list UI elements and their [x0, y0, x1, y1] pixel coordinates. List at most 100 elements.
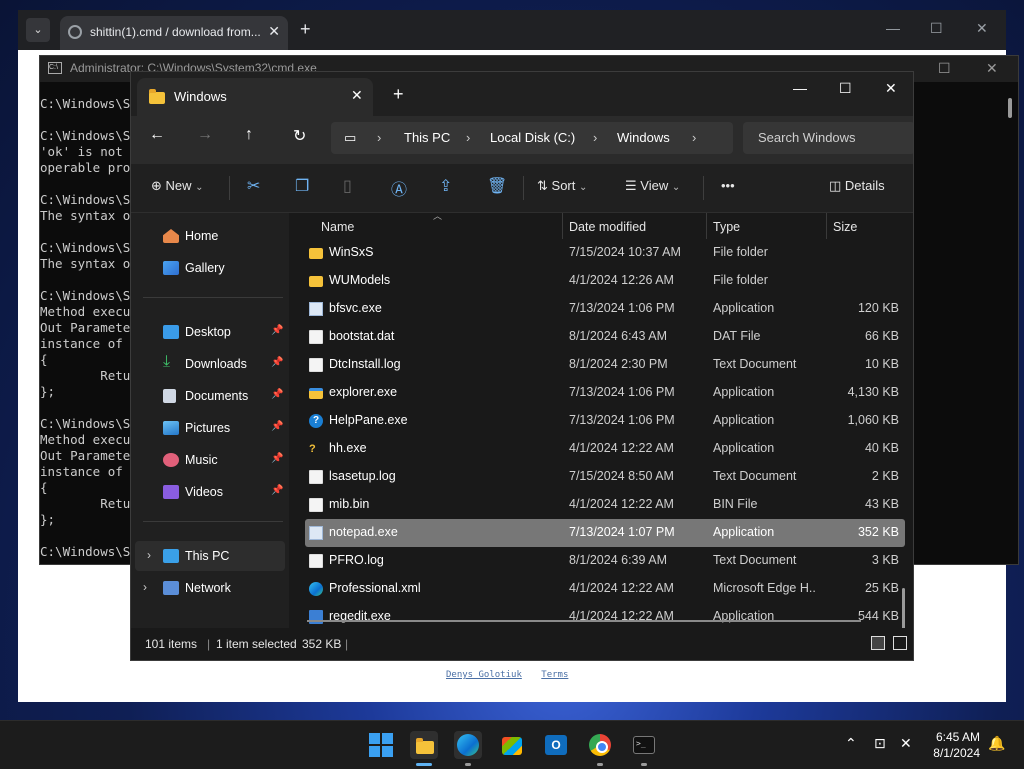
sidebar-item-desktop[interactable]: Desktop 📌	[131, 317, 289, 347]
file-explorer-taskbar-icon[interactable]	[410, 731, 438, 759]
copy-icon[interactable]: ❐	[295, 176, 309, 196]
edge-taskbar-icon[interactable]	[454, 731, 482, 759]
file-row[interactable]: bootstat.dat 8/1/2024 6:43 AM DAT File 66 K…	[305, 323, 905, 351]
start-button[interactable]	[369, 733, 393, 757]
column-header-name[interactable]: Name	[321, 220, 354, 234]
breadcrumb-windows[interactable]: Windows	[617, 130, 670, 145]
chevron-right-icon[interactable]: ›	[377, 130, 381, 145]
pin-icon[interactable]: 📌	[271, 453, 283, 464]
new-tab-icon[interactable]: +	[393, 84, 404, 105]
file-row[interactable]: ? HelpPane.exe 7/13/2024 1:06 PM Applicatio…	[305, 407, 905, 435]
outlook-taskbar-icon[interactable]: O	[542, 731, 570, 759]
file-row[interactable]: WUModels 4/1/2024 12:26 AM File folder	[305, 267, 905, 295]
share-icon[interactable]: ⇪	[439, 176, 452, 196]
breadcrumb-this-pc[interactable]: This PC	[404, 130, 450, 145]
chevron-right-icon[interactable]: ›	[692, 130, 696, 145]
view-button[interactable]: ☰ View ⌄	[625, 178, 680, 194]
file-row[interactable]: ? hh.exe 4/1/2024 12:22 AM Application 40 KB	[305, 435, 905, 463]
browser-tab[interactable]: shittin(1).cmd / download from... ✕	[60, 16, 288, 50]
cmd-close-icon[interactable]: ✕	[986, 60, 998, 77]
explorer-tab[interactable]: Windows ✕	[137, 78, 373, 116]
close-tab-icon[interactable]: ✕	[351, 87, 363, 104]
footer-link-author[interactable]: Denys Golotiuk	[446, 670, 522, 680]
file-row[interactable]: mib.bin 4/1/2024 12:22 AM BIN File 43 KB	[305, 491, 905, 519]
pin-icon[interactable]: 📌	[271, 389, 283, 400]
system-clock[interactable]: 6:45 AM 8/1/2024	[930, 729, 980, 761]
horizontal-scrollbar[interactable]	[307, 620, 861, 622]
terminal-taskbar-icon[interactable]: >_	[630, 731, 658, 759]
close-tab-icon[interactable]: ✕	[268, 23, 280, 40]
breadcrumb-local-disk[interactable]: Local Disk (C:)	[490, 130, 575, 145]
file-row[interactable]: bfsvc.exe 7/13/2024 1:06 PM Application 120…	[305, 295, 905, 323]
maximize-icon[interactable]: ☐	[930, 20, 943, 37]
sidebar-item-network[interactable]: › Network	[131, 573, 289, 603]
store-taskbar-icon[interactable]	[498, 731, 526, 759]
volume-muted-icon[interactable]: ✕	[900, 735, 912, 752]
sidebar-item-gallery[interactable]: Gallery	[131, 253, 289, 283]
file-row[interactable]: WinSxS 7/15/2024 10:37 AM File folder	[305, 239, 905, 267]
sidebar-item-this-pc[interactable]: › This PC	[135, 541, 285, 571]
column-separator[interactable]	[826, 213, 827, 239]
file-row[interactable]: explorer.exe 7/13/2024 1:06 PM Application…	[305, 379, 905, 407]
footer-link-terms[interactable]: Terms	[541, 670, 568, 680]
file-type: Application	[713, 385, 775, 399]
file-row[interactable]: regedit.exe 4/1/2024 12:22 AM Application 5…	[305, 603, 905, 628]
chevron-right-icon[interactable]: ›	[593, 130, 597, 145]
pin-icon[interactable]: 📌	[271, 421, 283, 432]
column-separator[interactable]	[562, 213, 563, 239]
new-button[interactable]: ⊕ New ⌄	[151, 178, 204, 194]
sidebar-item-home[interactable]: Home	[131, 221, 289, 251]
browser-tab-title: shittin(1).cmd / download from...	[90, 25, 260, 39]
paste-icon[interactable]: ▯	[343, 176, 352, 196]
column-separator[interactable]	[706, 213, 707, 239]
details-pane-icon: ◫	[829, 178, 842, 193]
vertical-scrollbar[interactable]	[902, 588, 905, 628]
chevron-right-icon[interactable]: ›	[466, 130, 470, 145]
network-status-icon[interactable]: ⊡	[874, 735, 886, 752]
cmd-scrollbar[interactable]	[1008, 98, 1012, 118]
file-row[interactable]: DtcInstall.log 8/1/2024 2:30 PM Text Docum…	[305, 351, 905, 379]
pin-icon[interactable]: 📌	[271, 357, 283, 368]
notification-bell-icon[interactable]: 🔔	[988, 735, 1005, 752]
file-row[interactable]: notepad.exe 7/13/2024 1:07 PM Application 3…	[305, 519, 905, 547]
column-header-type[interactable]: Type	[713, 220, 740, 234]
more-options-icon[interactable]: •••	[721, 178, 735, 193]
minimize-icon[interactable]: —	[793, 80, 807, 96]
back-arrow-icon[interactable]: ←	[149, 126, 165, 144]
new-tab-icon[interactable]: +	[300, 19, 311, 40]
sidebar-item-pictures[interactable]: Pictures 📌	[131, 413, 289, 443]
pin-icon[interactable]: 📌	[271, 325, 283, 336]
minimize-icon[interactable]: —	[886, 20, 900, 36]
cmd-maximize-icon[interactable]: ☐	[938, 60, 951, 77]
cut-icon[interactable]: ✂	[247, 176, 260, 196]
search-box[interactable]: Search Windows	[743, 122, 913, 154]
refresh-icon[interactable]: ↻	[293, 126, 306, 146]
sidebar-item-music[interactable]: Music 📌	[131, 445, 289, 475]
sidebar-item-downloads[interactable]: ⤓ Downloads 📌	[131, 349, 289, 379]
sort-button[interactable]: ⇅ Sort ⌄	[537, 178, 587, 194]
address-bar[interactable]: ▭ › This PC › Local Disk (C:) › Windows …	[331, 122, 733, 154]
chrome-taskbar-icon[interactable]	[586, 731, 614, 759]
details-button[interactable]: ◫ Details	[829, 178, 885, 194]
file-row[interactable]: PFRO.log 8/1/2024 6:39 AM Text Document 3 K…	[305, 547, 905, 575]
maximize-icon[interactable]: ☐	[839, 80, 852, 97]
chevron-up-icon[interactable]: ⌃	[845, 735, 857, 752]
close-icon[interactable]: ✕	[976, 20, 988, 37]
up-arrow-icon[interactable]: ↑	[245, 126, 253, 144]
sidebar-item-documents[interactable]: Documents 📌	[131, 381, 289, 411]
tab-search-dropdown-icon[interactable]: ⌄	[26, 18, 50, 42]
tiles-view-icon[interactable]	[893, 636, 907, 650]
chevron-right-icon[interactable]: ›	[147, 548, 151, 562]
chevron-right-icon[interactable]: ›	[143, 580, 147, 594]
file-row[interactable]: lsasetup.log 7/15/2024 8:50 AM Text Docume…	[305, 463, 905, 491]
forward-arrow-icon[interactable]: →	[197, 126, 213, 144]
column-header-date[interactable]: Date modified	[569, 220, 646, 234]
close-icon[interactable]: ✕	[885, 80, 897, 97]
pin-icon[interactable]: 📌	[271, 485, 283, 496]
column-header-size[interactable]: Size	[833, 220, 857, 234]
file-row[interactable]: Professional.xml 4/1/2024 12:22 AM Microso…	[305, 575, 905, 603]
delete-icon[interactable]: 🗑	[487, 176, 507, 196]
sidebar-item-videos[interactable]: Videos 📌	[131, 477, 289, 507]
details-view-icon[interactable]	[871, 636, 885, 650]
rename-icon[interactable]: Ⓐ	[391, 176, 407, 200]
